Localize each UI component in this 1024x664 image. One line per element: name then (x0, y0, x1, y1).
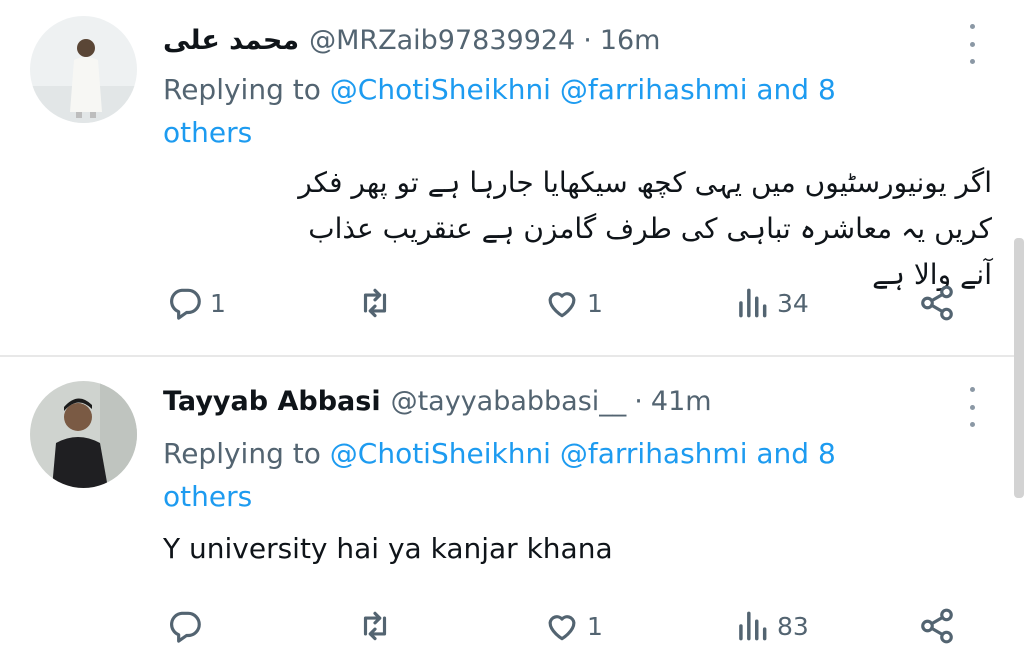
retweet-icon (363, 611, 387, 641)
more-dot (969, 422, 975, 427)
more-dot (969, 404, 975, 410)
share-icon (921, 608, 953, 644)
view-count: 34 (777, 288, 809, 318)
display-name[interactable]: محمد علی (163, 25, 299, 56)
timestamp[interactable]: 41m (651, 386, 712, 417)
tweet-header: Tayyab Abbasi @tayyababbasi__ · 41m (163, 379, 712, 423)
like-count: 1 (587, 611, 603, 641)
reply-button[interactable]: 1 (166, 283, 226, 323)
retweet-button[interactable] (356, 283, 400, 323)
views-button[interactable]: 83 (733, 606, 809, 646)
share-button[interactable] (918, 283, 956, 323)
heart-icon (548, 615, 576, 641)
more-options-button[interactable] (960, 387, 984, 427)
tweet-card[interactable]: محمد علی @MRZaib97839924 · 16m Replying … (0, 0, 1024, 355)
like-count: 1 (587, 288, 603, 318)
reply-button[interactable] (166, 606, 210, 646)
avatar[interactable] (30, 381, 137, 488)
action-bar: 1 1 34 (0, 283, 1024, 323)
action-bar: 1 83 (0, 606, 1024, 646)
replying-to: Replying to @ChotiSheikhni @farrihashmi … (163, 432, 923, 518)
tweet-text: اگر یونیورسٹیوں میں یہی کچھ سیکھایا جارہ… (298, 166, 992, 291)
avatar-photo (30, 381, 137, 488)
separator-dot: · (583, 24, 592, 56)
reply-count: 1 (210, 288, 226, 318)
tweet-text: Y university hai ya kanjar khana (163, 532, 613, 565)
like-button[interactable]: 1 (543, 283, 603, 323)
more-dot (969, 41, 975, 47)
like-button[interactable]: 1 (543, 606, 603, 646)
heart-icon (548, 292, 576, 318)
avatar-photo (30, 16, 137, 123)
replying-to: Replying to @ChotiSheikhni @farrihashmi … (163, 68, 923, 154)
timestamp[interactable]: 16m (600, 25, 661, 56)
more-vertical-icon (969, 24, 975, 29)
retweet-button[interactable] (356, 606, 400, 646)
views-icon (739, 611, 767, 641)
separator-dot: · (634, 385, 643, 417)
tweet-header: محمد علی @MRZaib97839924 · 16m (163, 18, 661, 62)
reply-icon (170, 611, 201, 643)
views-icon (739, 288, 767, 318)
avatar[interactable] (30, 16, 137, 123)
scrollbar[interactable] (1014, 238, 1024, 498)
replying-prefix: Replying to (163, 73, 321, 106)
user-handle[interactable]: @tayyababbasi__ (391, 386, 627, 417)
more-options-button[interactable] (960, 24, 984, 64)
user-handle[interactable]: @MRZaib97839924 (309, 25, 575, 56)
display-name[interactable]: Tayyab Abbasi (163, 386, 381, 417)
more-vertical-icon (969, 387, 975, 392)
reply-icon (170, 288, 201, 320)
more-dot (969, 59, 975, 64)
share-icon (921, 285, 953, 321)
share-button[interactable] (918, 606, 956, 646)
views-button[interactable]: 34 (733, 283, 809, 323)
retweet-icon (363, 288, 387, 318)
replying-prefix: Replying to (163, 437, 321, 470)
tweet-card[interactable]: Tayyab Abbasi @tayyababbasi__ · 41m Repl… (0, 357, 1024, 664)
view-count: 83 (777, 611, 809, 641)
